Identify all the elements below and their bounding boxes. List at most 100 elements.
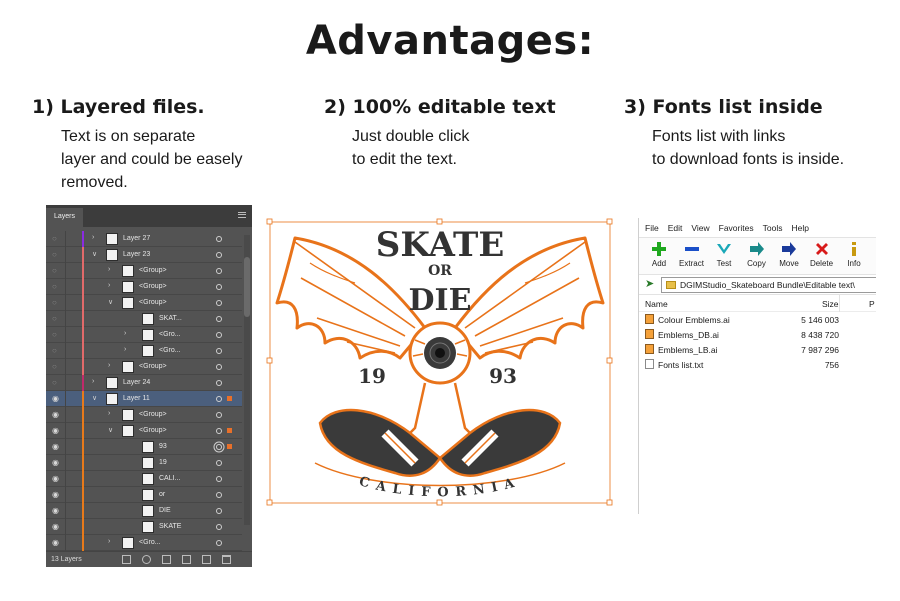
lock-toggle[interactable] [65,343,66,359]
lock-toggle[interactable] [65,359,66,375]
expand-arrow-icon[interactable]: › [124,330,126,337]
artwork-california-text[interactable]: CALIFORNIA [357,474,522,500]
layer-name[interactable]: SKAT... [159,315,182,322]
lock-toggle[interactable] [65,295,66,311]
layer-name[interactable]: or [159,491,165,498]
layer-row[interactable]: ◉ › <Gro... [46,535,242,551]
selection-square-icon[interactable] [227,444,232,449]
layer-name[interactable]: Layer 24 [123,379,150,386]
expand-arrow-icon[interactable]: › [124,346,126,353]
lock-toggle[interactable] [65,327,66,343]
path-field[interactable]: DGIMStudio_Skateboard Bundle\Editable te… [661,277,876,293]
lock-toggle[interactable] [65,487,66,503]
layer-name[interactable]: <Group> [139,267,167,274]
layer-row[interactable]: ○ ∨ Layer 23 [46,247,242,263]
target-circle-icon[interactable] [216,508,222,514]
visibility-eye-icon[interactable]: ○ [52,346,61,355]
layer-name[interactable]: Layer 11 [123,395,150,402]
layer-row[interactable]: ○ › <Group> [46,359,242,375]
visibility-eye-icon[interactable]: ○ [52,282,61,291]
layer-row[interactable]: ○ ∨ <Group> [46,295,242,311]
target-circle-icon[interactable] [216,332,222,338]
visibility-eye-icon[interactable]: ◉ [52,458,61,467]
layer-row[interactable]: ○ › <Group> [46,263,242,279]
lock-toggle[interactable] [65,519,66,535]
layer-name[interactable]: <Group> [139,299,167,306]
visibility-eye-icon[interactable]: ◉ [52,442,61,451]
layer-name[interactable]: DIE [159,507,171,514]
layer-name[interactable]: <Group> [139,283,167,290]
layer-name[interactable]: <Gro... [139,539,161,546]
layer-name[interactable]: SKATE [159,523,181,530]
expand-arrow-icon[interactable]: › [108,266,110,273]
trash-icon[interactable] [222,555,231,564]
layer-row[interactable]: ○ › <Group> [46,279,242,295]
expand-arrow-icon[interactable]: › [108,410,110,417]
layer-name[interactable]: <Group> [139,363,167,370]
new-layer-icon[interactable] [202,555,211,564]
selection-square-icon[interactable] [227,428,232,433]
layer-row[interactable]: ○ › Layer 27 [46,231,242,247]
artwork-year-right[interactable]: 93 [489,364,517,388]
visibility-eye-icon[interactable]: ○ [52,298,61,307]
layer-name[interactable]: CALI... [159,475,180,482]
layer-row[interactable]: ◉ 93 [46,439,242,455]
lock-toggle[interactable] [65,407,66,423]
visibility-eye-icon[interactable]: ◉ [52,538,61,547]
lock-toggle[interactable] [65,455,66,471]
layer-name[interactable]: 19 [159,459,167,466]
target-circle-icon[interactable] [216,364,222,370]
clipping-mask-icon[interactable] [162,555,171,564]
target-circle-icon[interactable] [216,380,222,386]
layer-row[interactable]: ○ › <Gro... [46,327,242,343]
lock-toggle[interactable] [65,263,66,279]
target-circle-icon[interactable] [216,492,222,498]
collapse-arrow-icon[interactable]: ∨ [108,426,113,434]
extract-button[interactable]: Extract [676,241,708,268]
menu-item-file[interactable]: File [645,223,659,233]
move-button[interactable]: Move [773,241,805,268]
artwork-or-text[interactable]: OR [428,263,452,279]
layers-scrollbar[interactable] [244,235,250,525]
lock-toggle[interactable] [65,311,66,327]
artwork-year-left[interactable]: 19 [358,364,386,388]
visibility-eye-icon[interactable]: ○ [52,378,61,387]
layer-row[interactable]: ◉ ∨ <Group> [46,423,242,439]
column-packed[interactable]: P [869,299,875,309]
layer-name[interactable]: <Group> [139,411,167,418]
up-folder-icon[interactable]: ➤ [645,279,654,290]
lock-toggle[interactable] [65,391,66,407]
scrollbar-thumb[interactable] [244,257,250,317]
test-button[interactable]: Test [708,241,740,268]
collapse-arrow-icon[interactable]: ∨ [108,298,113,306]
target-circle-icon[interactable] [216,316,222,322]
visibility-eye-icon[interactable]: ○ [52,330,61,339]
target-circle-icon[interactable] [216,348,222,354]
layer-row[interactable]: ○ › Layer 24 [46,375,242,391]
lock-toggle[interactable] [65,471,66,487]
new-sublayer-icon[interactable] [182,555,191,564]
artwork-skate-text[interactable]: SKATE [376,225,504,265]
visibility-eye-icon[interactable]: ◉ [52,522,61,531]
visibility-eye-icon[interactable]: ○ [52,266,61,275]
layer-row[interactable]: ○ SKAT... [46,311,242,327]
expand-arrow-icon[interactable]: › [108,362,110,369]
visibility-eye-icon[interactable]: ◉ [52,506,61,515]
add-button[interactable]: Add [643,241,675,268]
target-circle-icon[interactable] [216,236,222,242]
visibility-eye-icon[interactable]: ○ [52,250,61,259]
lock-toggle[interactable] [65,423,66,439]
lock-toggle[interactable] [65,439,66,455]
selection-square-icon[interactable] [227,396,232,401]
delete-button[interactable]: Delete [806,241,838,268]
menu-item-favorites[interactable]: Favorites [719,223,754,233]
file-row[interactable]: Fonts list.txt 756 [639,357,876,372]
artwork-die-text[interactable]: DIE [409,283,472,318]
layer-row[interactable]: ◉ DIE [46,503,242,519]
menu-item-help[interactable]: Help [791,223,808,233]
layer-row[interactable]: ◉ or [46,487,242,503]
target-circle-icon[interactable] [216,476,222,482]
file-row[interactable]: Emblems_DB.ai 8 438 720 [639,327,876,342]
collapse-arrow-icon[interactable]: ∨ [92,250,97,258]
skateboard-emblem-artwork[interactable]: SKATE OR DIE 19 93 CALIFORNIA [265,218,615,506]
